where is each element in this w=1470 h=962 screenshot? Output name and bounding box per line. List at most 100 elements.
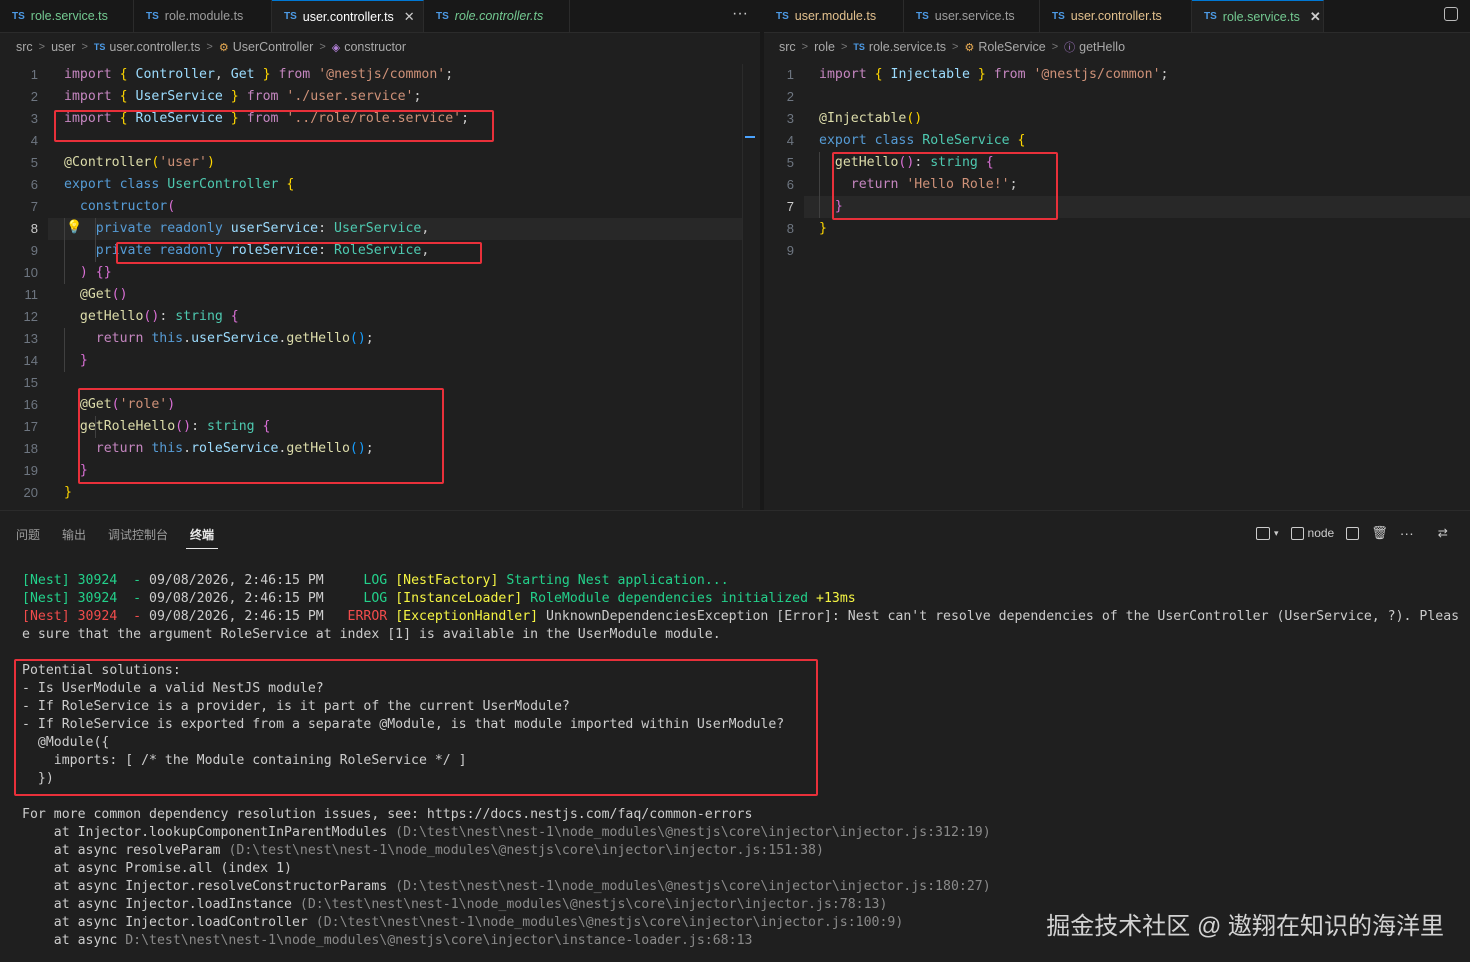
terminal-profile[interactable]: node [1290,526,1334,540]
highlight-box [54,110,494,142]
tab-terminal[interactable]: 终端 [186,526,219,549]
code-line: } [79,353,88,368]
maximize-panel-icon[interactable]: ⇄ [1438,526,1448,540]
right-editor[interactable]: 1 2 3 4 5 6 7 8 9 import { Injectable } … [764,64,1470,508]
watermark: 掘金技术社区 @ 遨翔在知识的海洋里 [1046,913,1444,940]
typescript-icon: TS [1052,10,1065,22]
code-line: import { Injectable } from '@nestjs/comm… [819,67,1169,82]
line-number: 13 [23,331,38,346]
stack-trace-line: at async Injector.loadInstance (D:\test\… [22,897,888,912]
tab-problems[interactable]: 问题 [16,526,40,543]
typescript-icon: TS [436,10,449,22]
line-number: 18 [23,441,38,456]
breadcrumb-item[interactable]: role [814,40,835,54]
terminal-line: [Nest] 30924 - 09/08/2026, 2:46:15 PM LO… [22,591,856,606]
code-line: @Get() [79,287,128,302]
typescript-icon: TS [284,11,297,22]
code-line: @Injectable() [819,111,923,126]
line-number: 2 [786,89,794,104]
breadcrumb-item[interactable]: src [779,40,796,54]
line-number: 8 [30,221,38,236]
stack-trace-line: at async D:\test\nest\nest-1\node_module… [22,933,753,948]
chevron-down-icon[interactable]: ▾ [1274,528,1279,539]
split-terminal-icon[interactable] [1346,526,1360,540]
highlight-box [14,659,818,796]
line-number: 5 [786,155,794,170]
panel-actions: ▾ node 🗑 ··· ⇄ [1256,525,1448,541]
line-number: 17 [23,419,38,434]
left-editor[interactable]: 1 2 3 4 5 6 7 8 9 10 11 12 13 14 15 16 1… [0,64,760,508]
line-number: 15 [23,375,38,390]
split-layout-icon[interactable] [1256,526,1270,540]
code-line: ) {} [79,265,112,280]
tab-role-service-right[interactable]: TS role.service.ts ✕ [1192,0,1324,32]
line-number: 3 [786,111,794,126]
compare-changes-icon[interactable] [1444,7,1458,21]
stack-trace-line: at async resolveParam (D:\test\nest\nest… [22,843,824,858]
tab-output[interactable]: 输出 [62,526,86,543]
stack-trace-line: at async Promise.all (index 1) [22,861,292,876]
line-number: 12 [23,309,38,324]
line-number: 1 [30,67,38,82]
line-number: 20 [23,485,38,500]
highlight-box [116,242,482,264]
typescript-icon: TS [1204,11,1217,22]
close-icon[interactable]: ✕ [1310,9,1321,25]
right-tab-bar: TS user.module.ts TS user.service.ts TS … [764,0,1470,33]
typescript-icon: TS [776,10,789,22]
breadcrumb-item[interactable]: UserController [233,40,314,54]
line-number: 11 [24,287,39,302]
code-line: return this.userService.getHello(); [95,331,374,346]
breadcrumb-item[interactable]: RoleService [978,40,1045,54]
breadcrumb-item[interactable]: user [51,40,75,54]
line-number: 9 [786,243,794,258]
terminal-line: [Nest] 30924 - 09/08/2026, 2:46:15 PM LO… [22,573,729,588]
typescript-icon: TS [853,42,865,52]
line-number: 2 [30,89,38,104]
breadcrumb-item[interactable]: role.service.ts [869,40,946,54]
tab-role-service[interactable]: TS role.service.ts [0,0,134,32]
tab-debug-console[interactable]: 调试控制台 [108,526,168,543]
method-symbol-icon: ⓘ [1064,42,1076,54]
typescript-icon: TS [146,10,159,22]
code-line: constructor( [79,199,176,214]
trash-icon[interactable]: 🗑 [1371,525,1388,541]
class-symbol-icon: ⚙ [218,41,229,54]
left-tab-bar: TS role.service.ts TS role.module.ts TS … [0,0,760,33]
stack-trace-line: at async Injector.resolveConstructorPara… [22,879,991,894]
tab-user-module[interactable]: TS user.module.ts [764,0,904,32]
line-number: 8 [786,221,794,236]
tab-role-controller[interactable]: TS role.controller.ts [424,0,570,32]
tab-user-controller-right[interactable]: TS user.controller.ts [1040,0,1192,32]
line-number: 3 [30,111,38,126]
highlight-box [832,152,1058,220]
panel-divider[interactable] [0,510,1470,511]
breadcrumb-item[interactable]: src [16,40,33,54]
breadcrumb-left: src > user > TS user.controller.ts > ⚙ User… [16,40,407,54]
scrollbar[interactable] [742,64,757,508]
highlight-box [78,388,444,484]
line-number: 4 [786,133,794,148]
line-number: 4 [30,133,38,148]
line-number: 14 [23,353,38,368]
more-actions-icon[interactable]: ··· [732,5,748,23]
tab-user-service[interactable]: TS user.service.ts [904,0,1040,32]
method-symbol-icon: ◈ [331,41,341,54]
tab-user-controller[interactable]: TS user.controller.ts ✕ [272,0,424,32]
line-number: 6 [786,177,794,192]
tab-role-module[interactable]: TS role.module.ts [134,0,272,32]
code-line: export class RoleService { [819,133,1026,148]
breadcrumb-item[interactable]: user.controller.ts [109,40,200,54]
panel-tab-bar: 问题 输出 调试控制台 终端 [0,518,1470,550]
close-icon[interactable]: ✕ [404,9,415,25]
breadcrumb-item[interactable]: constructor [344,40,406,54]
breadcrumb-item[interactable]: getHello [1079,40,1125,54]
stack-trace-line: at async Injector.loadController (D:\tes… [22,915,904,930]
class-symbol-icon: ⚙ [964,41,975,54]
line-number: 7 [786,199,794,214]
terminal[interactable]: [Nest] 30924 - 09/08/2026, 2:46:15 PM LO… [0,556,1470,962]
line-number: 7 [30,199,38,214]
more-actions-icon[interactable]: ··· [1400,525,1414,541]
terminal-line: [Nest] 30924 - 09/08/2026, 2:46:15 PM ER… [22,609,1460,624]
line-number: 10 [23,265,38,280]
